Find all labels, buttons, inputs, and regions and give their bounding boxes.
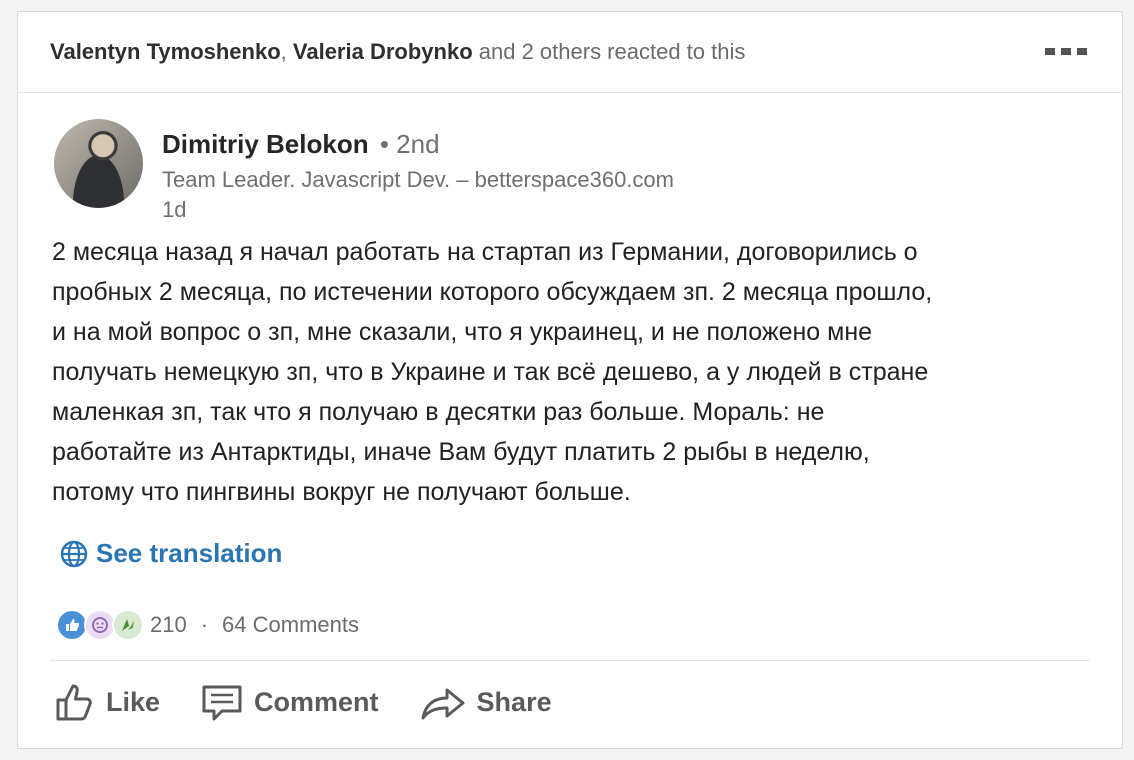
- like-label: Like: [106, 686, 161, 717]
- post-text-line: и на мой вопрос о зп, мне сказали, что я…: [52, 318, 873, 346]
- reaction-header: Valentyn Tymoshenko , Valeria Drobynko a…: [18, 12, 1122, 93]
- reactor-link-2[interactable]: Valeria Drobynko: [293, 39, 473, 65]
- author-name-row: Dimitriy Belokon • 2nd: [162, 129, 440, 160]
- see-translation-button[interactable]: See translation: [60, 538, 282, 569]
- post-text-line: пробных 2 месяца, по истечении которого …: [52, 278, 933, 306]
- feed-post-card: Valentyn Tymoshenko , Valeria Drobynko a…: [17, 11, 1123, 749]
- comment-button[interactable]: Comment: [200, 680, 379, 724]
- share-icon: [421, 688, 465, 720]
- post-text: 2 месяца назад я начал работать на старт…: [52, 232, 1102, 512]
- post-text-line: 2 месяца назад я начал работать на старт…: [52, 238, 918, 266]
- social-counts: 210 · 64 Comments: [56, 609, 359, 641]
- more-icon[interactable]: [1045, 48, 1087, 55]
- post-text-line: работайте из Антарктиды, иначе Вам будут…: [52, 438, 870, 466]
- share-button[interactable]: Share: [419, 680, 552, 724]
- reactor-link-1[interactable]: Valentyn Tymoshenko: [50, 39, 281, 65]
- post-actions: Like Comment Share: [52, 680, 552, 724]
- comment-label: Comment: [254, 686, 379, 717]
- post-author: Dimitriy Belokon • 2nd Team Leader. Java…: [54, 119, 1054, 229]
- author-headline: Team Leader. Javascript Dev. – betterspa…: [162, 167, 674, 192]
- comments-count[interactable]: 64 Comments: [222, 612, 359, 638]
- divider: [50, 660, 1090, 661]
- author-name[interactable]: Dimitriy Belokon: [162, 129, 369, 159]
- comment-icon: [202, 685, 242, 721]
- celebrate-reaction-icon: [112, 609, 144, 641]
- post-text-line: потому что пингвины вокруг не получают б…: [52, 478, 631, 506]
- post-text-line: маленкая зп, так что я получаю в десятки…: [52, 398, 825, 426]
- connection-degree: • 2nd: [379, 129, 440, 159]
- see-translation-label: See translation: [96, 538, 283, 568]
- reactions-count[interactable]: 210: [150, 612, 187, 638]
- share-label: Share: [476, 686, 552, 717]
- counts-separator: ·: [200, 612, 209, 637]
- reactor-separator: ,: [280, 39, 293, 64]
- post-timestamp: 1d: [162, 197, 187, 222]
- thumbs-up-icon: [56, 684, 92, 721]
- globe-icon: [60, 540, 88, 567]
- like-button[interactable]: Like: [52, 680, 160, 724]
- reaction-icons[interactable]: [56, 609, 144, 641]
- post-text-line: получать немецкую зп, что в Украине и та…: [52, 358, 929, 386]
- avatar[interactable]: [54, 119, 143, 208]
- reactors-others-text[interactable]: and 2 others reacted to this: [473, 39, 746, 65]
